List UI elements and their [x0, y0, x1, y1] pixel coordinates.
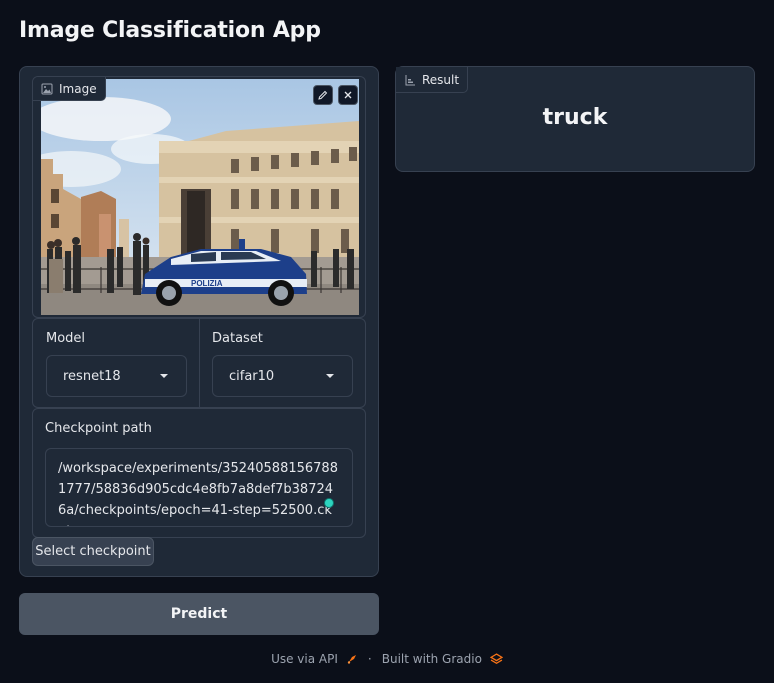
model-dataset-row: Model resnet18 Dataset cifar10	[32, 318, 366, 408]
prediction-value: truck	[542, 105, 608, 130]
model-field: Model resnet18	[33, 319, 200, 407]
bar-chart-icon	[405, 74, 415, 85]
dataset-dropdown[interactable]: cifar10	[212, 355, 353, 397]
status-dot-icon	[324, 498, 334, 508]
checkpoint-label: Checkpoint path	[45, 421, 152, 436]
image-icon	[41, 83, 53, 94]
model-selected-value: resnet18	[63, 368, 121, 384]
edit-image-button[interactable]	[313, 85, 333, 105]
api-link-text: Use via API	[271, 652, 338, 666]
checkpoint-field: Checkpoint path /workspace/experiments/3…	[32, 408, 366, 538]
image-label: Image	[59, 81, 97, 96]
uploaded-photo: POLIZIA	[41, 79, 359, 315]
gradio-logo-icon	[489, 652, 503, 664]
checkpoint-path-value: /workspace/experiments/35240588156788177…	[58, 461, 338, 526]
close-icon	[344, 91, 352, 99]
built-with-text: Built with Gradio	[381, 652, 482, 666]
result-label: Result	[422, 72, 460, 87]
use-via-api-link[interactable]: Use via API	[271, 652, 358, 666]
dataset-field: Dataset cifar10	[200, 319, 367, 407]
rocket-icon	[347, 655, 356, 664]
dataset-selected-value: cifar10	[229, 368, 275, 384]
caret-down-icon	[326, 374, 334, 378]
image-label-tag: Image	[33, 77, 106, 101]
built-with-gradio-link[interactable]: Built with Gradio	[382, 652, 503, 666]
pencil-icon	[318, 90, 328, 100]
svg-text:POLIZIA: POLIZIA	[191, 279, 223, 288]
select-checkpoint-button[interactable]: Select checkpoint	[32, 537, 154, 566]
caret-down-icon	[160, 374, 168, 378]
footer: Use via API · Built with Gradio	[0, 652, 774, 666]
clear-image-button[interactable]	[338, 85, 358, 105]
app-title: Image Classification App	[19, 18, 321, 43]
dataset-label: Dataset	[212, 331, 263, 346]
checkpoint-path-textbox[interactable]: /workspace/experiments/35240588156788177…	[45, 448, 353, 527]
result-label-tag: Result	[396, 67, 469, 93]
footer-separator: ·	[367, 652, 372, 666]
model-dropdown[interactable]: resnet18	[46, 355, 187, 397]
model-label: Model	[46, 331, 86, 346]
result-panel: Result truck	[395, 66, 755, 172]
image-input[interactable]: Image POLIZIA	[32, 76, 366, 318]
predict-button[interactable]: Predict	[19, 593, 379, 635]
